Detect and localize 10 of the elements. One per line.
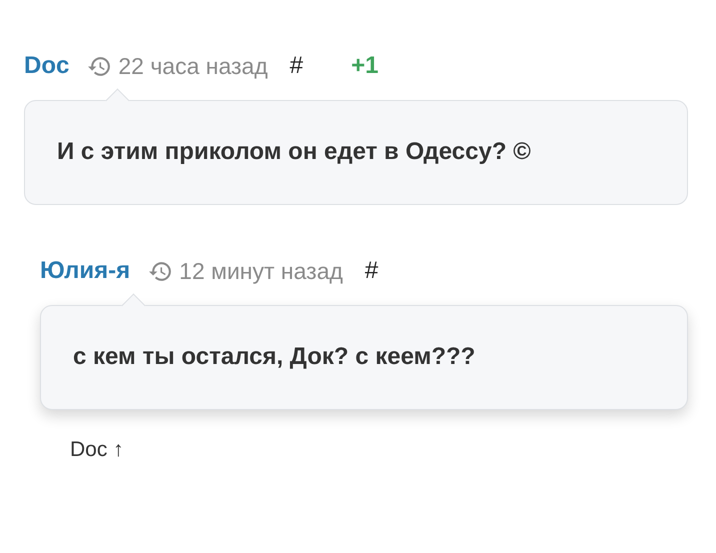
author-link[interactable]: Юлия-я xyxy=(40,257,130,285)
parent-comment-link[interactable]: Doc ↑ xyxy=(70,438,124,462)
comment-time-link[interactable]: 12 минут назад xyxy=(148,258,343,284)
comment-time-link[interactable]: 22 часа назад xyxy=(87,52,268,80)
score: +1 xyxy=(351,52,378,80)
author-link[interactable]: Doc xyxy=(24,52,70,80)
comment-text: с кем ты остался, Док? с кеем??? xyxy=(73,342,476,372)
permalink[interactable]: # xyxy=(364,257,378,285)
permalink[interactable]: # xyxy=(290,52,304,80)
comment-text: И с этим приколом он едет в Одессу? © xyxy=(57,137,532,167)
